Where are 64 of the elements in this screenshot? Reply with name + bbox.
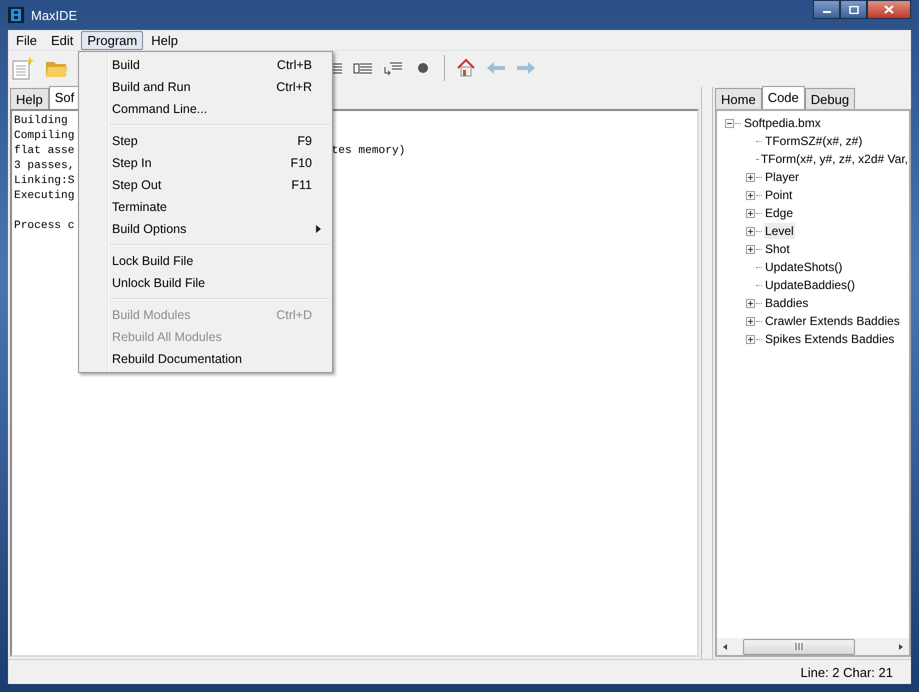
console-line: Process c [14,219,74,234]
menu-item[interactable]: File [10,30,43,50]
menu-entry[interactable]: Command Line... [79,98,332,120]
tree-item[interactable]: Softpedia.bmx [743,115,822,131]
close-icon [884,5,894,14]
close-button[interactable] [867,0,911,19]
expand-icon[interactable] [746,208,755,218]
console-line: tes memory) [332,144,406,159]
tree-item[interactable]: Shot [764,241,791,257]
menu-entry[interactable]: Step Out F11 [79,174,332,196]
menu-entry[interactable]: Build Ctrl+B [79,54,332,76]
menu-item[interactable]: Edit [44,30,80,50]
menu-entry[interactable]: Step F9 [79,130,332,152]
menu-entry[interactable]: Unlock Build File [79,272,332,294]
editor-tab[interactable]: Help [10,88,49,109]
console-line: Building [14,115,68,127]
console-line: Executing [14,190,74,202]
tree-item[interactable]: UpdateBaddies() [764,277,856,293]
tree-item[interactable]: UpdateShots() [764,259,844,275]
maximize-button[interactable] [840,0,867,19]
maximize-icon [848,6,858,14]
collapse-icon[interactable] [725,118,734,128]
window-title: MaxIDE [31,8,78,22]
expand-icon[interactable] [746,172,755,182]
expand-icon[interactable] [746,226,755,236]
editor-tab[interactable]: Sof [48,86,80,109]
cursor-position: Line: 2 Char: 21 [800,664,893,680]
menu-entry[interactable]: Build and Run Ctrl+R [79,76,332,98]
menu-entry[interactable]: Terminate [79,196,332,218]
expand-icon[interactable] [746,244,755,254]
tree-item[interactable]: Crawler Extends Baddies [764,313,901,329]
menu-entry[interactable]: Lock Build File [79,250,332,272]
menu-entry[interactable]: Build Options [79,218,332,240]
tree-item[interactable]: TForm(x#, y#, z#, x2d# Var, [760,151,909,167]
expand-icon[interactable] [746,334,755,344]
horizontal-scrollbar[interactable] [717,638,909,655]
menu-entry[interactable]: Step In F10 [79,152,332,174]
menu-item[interactable]: Program [81,30,144,50]
minimize-button[interactable] [813,0,840,19]
console-line: 3 passes, [14,160,74,172]
side-tab[interactable]: Debug [804,88,856,109]
scroll-right-icon[interactable] [897,642,905,650]
expand-icon[interactable] [746,316,755,326]
console-line: flat asse [14,145,74,157]
scroll-left-icon[interactable] [721,642,729,650]
app-icon [8,7,24,23]
expand-icon[interactable] [746,190,755,200]
console-line: Linking:S [14,175,74,187]
tree-item[interactable]: TFormSZ#(x#, z#) [764,133,864,149]
tree-item[interactable]: Edge [764,205,794,221]
console-line: Compiling [14,130,74,142]
tree-item[interactable]: Baddies [764,295,810,311]
grip-icon [794,643,804,650]
side-tab[interactable]: Code [762,86,805,109]
expand-icon[interactable] [746,298,755,308]
side-tab[interactable]: Home [715,88,762,109]
new-file-icon[interactable] [10,55,36,81]
menu-item[interactable]: Help [145,30,184,50]
tree-item[interactable]: Level [764,223,795,239]
tree-item[interactable]: Spikes Extends Baddies [764,331,896,347]
menu-entry[interactable]: Rebuild Documentation [79,348,332,370]
tree-item[interactable]: Point [764,187,794,203]
home-icon[interactable] [455,57,477,79]
tree-item[interactable]: Player [764,169,800,185]
